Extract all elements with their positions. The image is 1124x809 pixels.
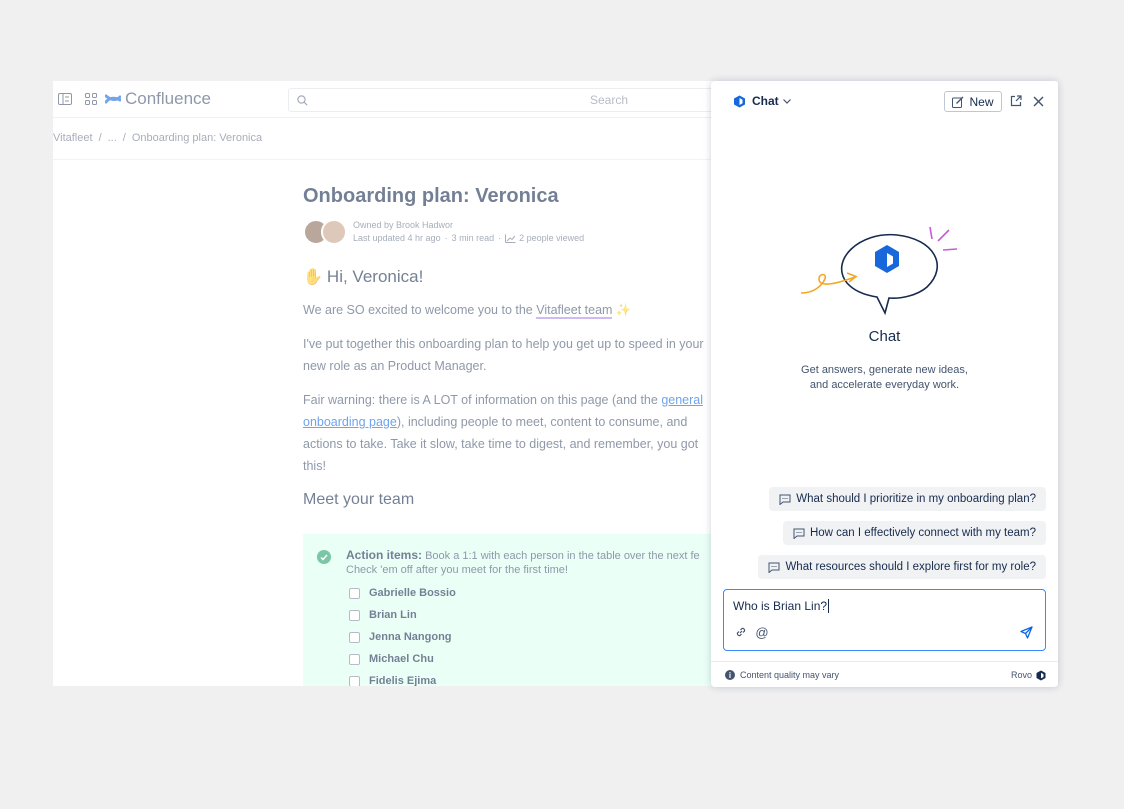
page-content: Onboarding plan: Veronica Owned by Brook… [303,159,723,509]
task-item[interactable]: Michael Chu [349,653,434,665]
team-link[interactable]: Vitafleet team [536,303,613,319]
action-items-label: Action items: [346,548,423,562]
chat-subtitle-line: Get answers, generate new ideas, [801,364,968,376]
check-circle-icon [317,550,331,564]
open-external-icon[interactable] [1009,94,1023,108]
chevron-down-icon [782,98,791,104]
task-item[interactable]: Jenna Nangong [349,631,452,643]
read-time: 3 min read [451,233,495,243]
chat-panel: Chat New Chat Get answers, generate new … [711,81,1058,687]
breadcrumb-separator: / [98,132,102,144]
warning-paragraph: Fair warning: there is A LOT of informat… [303,389,723,477]
avatar[interactable] [321,219,347,245]
mention-icon[interactable]: @ [754,624,770,640]
chat-input-value: Who is Brian Lin? [733,599,828,613]
chat-bubble-icon [768,562,780,573]
new-chat-button[interactable]: New [944,91,1002,112]
close-icon[interactable] [1031,94,1045,108]
breadcrumb-space[interactable]: Vitafleet [53,132,93,144]
app-name: Confluence [125,89,212,108]
byline: Owned by Brook Hadwor Last updated 4 hr … [303,219,723,245]
page-title: Onboarding plan: Veronica [303,185,559,207]
confluence-logo-icon [105,94,121,104]
breadcrumb-separator: / [122,132,126,144]
wave-emoji-icon: ✋ [303,269,323,286]
action-items-text: Action items: Book a 1:1 with each perso… [346,548,726,577]
greeting-text: Hi, Veronica! [326,267,424,286]
suggestion-chip[interactable]: What resources should I explore first fo… [758,555,1046,579]
chat-menu-button[interactable]: Chat [733,94,791,108]
party-emoji-icon: ✨ [615,303,632,317]
send-icon[interactable] [1018,624,1034,640]
chat-input[interactable]: Who is Brian Lin? [733,599,830,613]
trend-icon [505,234,516,243]
suggestion-text: What should I prioritize in my onboardin… [796,493,1036,505]
new-chat-label: New [969,94,994,109]
app-switcher-icon[interactable] [83,91,99,107]
suggestion-chip[interactable]: What should I prioritize in my onboardin… [769,487,1046,511]
chat-empty-subtitle: Get answers, generate new ideas, and acc… [711,363,1058,393]
chat-composer[interactable]: Who is Brian Lin? @ [723,589,1046,651]
task-item[interactable]: Brian Lin [349,609,417,621]
view-count[interactable]: 2 people viewed [519,232,584,245]
chat-bubble-icon [793,528,805,539]
chat-empty-title: Chat [868,328,901,345]
suggestion-text: What resources should I explore first fo… [785,561,1036,573]
suggestion-chip[interactable]: How can I effectively connect with my te… [782,521,1046,545]
rovo-logo-icon [1036,670,1046,680]
action-items-desc2: Check 'em off after you meet for the fir… [346,564,568,576]
suggestion-text: How can I effectively connect with my te… [809,527,1036,539]
chat-footer: i Content quality may vary Rovo [711,661,1058,687]
chat-header: Chat New [711,81,1058,121]
task-item[interactable]: Fidelis Ejima [349,675,436,686]
page-meta: Owned by Brook Hadwor Last updated 4 hr … [353,220,585,245]
last-updated: Last updated 4 hr ago [353,233,441,243]
breadcrumb-page[interactable]: Onboarding plan: Veronica [132,132,262,144]
task-label: Jenna Nangong [369,631,452,643]
task-label: Brian Lin [369,609,417,621]
greeting-heading: ✋ Hi, Veronica! [303,267,723,287]
chat-menu-label: Chat [752,94,779,108]
breadcrumb-ellipsis[interactable]: ... [108,132,117,144]
warning-text: Fair warning: there is A LOT of informat… [303,393,658,407]
task-checkbox[interactable] [349,675,360,686]
confluence-logo[interactable]: Confluence [105,89,211,109]
task-checkbox[interactable] [349,631,360,643]
task-label: Fidelis Ejima [369,675,437,686]
brand-label: Rovo [1010,670,1032,680]
rovo-logo-icon [734,95,745,107]
task-label: Gabrielle Bossio [369,587,456,599]
action-items-desc: Book a 1:1 with each person in the table… [425,550,700,562]
task-checkbox[interactable] [349,653,360,665]
action-items-panel: Action items: Book a 1:1 with each perso… [303,534,723,686]
edit-icon [952,96,964,108]
welcome-paragraph: We are SO excited to welcome you to the … [303,299,723,321]
task-label: Michael Chu [369,653,434,665]
task-checkbox[interactable] [349,609,360,621]
chat-subtitle-line: and accelerate everyday work. [809,379,960,391]
sidebar-toggle-icon[interactable] [57,91,73,107]
welcome-text: We are SO excited to welcome you to the [303,303,533,317]
intro-paragraph: I've put together this onboarding plan t… [303,337,704,373]
chat-illustration [800,226,958,316]
task-checkbox[interactable] [349,587,360,599]
info-icon[interactable]: i [725,670,735,680]
task-item[interactable]: Gabrielle Bossio [349,587,456,599]
link-icon[interactable] [733,624,749,640]
content-quality-note: Content quality may vary [740,670,840,680]
chat-bubble-icon [779,494,791,505]
owner-text: Owned by Brook Hadwor [353,220,454,230]
section-heading: Meet your team [303,491,415,508]
